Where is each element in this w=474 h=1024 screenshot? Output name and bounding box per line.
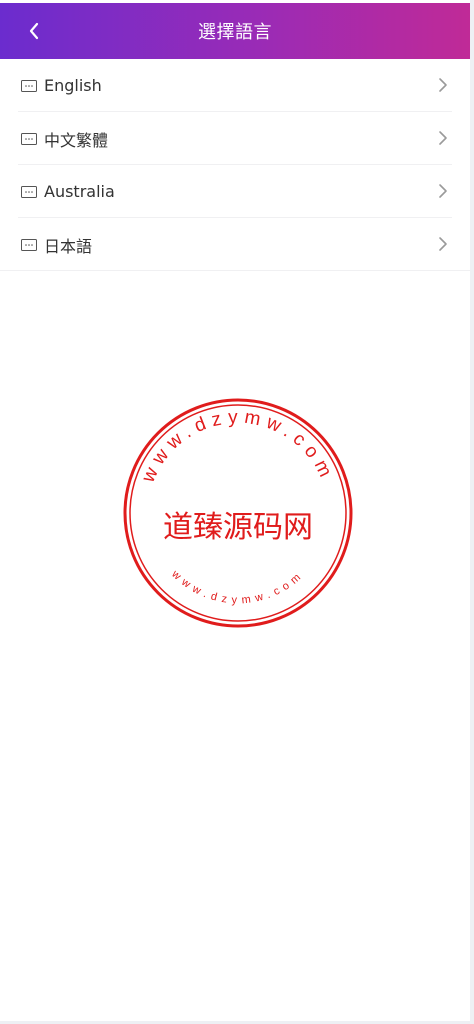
stamp-bottom-arc-text: www.dzymw.com xyxy=(168,568,306,607)
language-item-australia[interactable]: Australia xyxy=(0,165,470,218)
flag-placeholder-icon xyxy=(21,238,37,251)
language-item-english[interactable]: English xyxy=(0,59,470,112)
language-item-japanese[interactable]: 日本語 xyxy=(0,218,470,271)
language-label: 中文繁體 xyxy=(44,130,109,150)
language-label: English xyxy=(44,76,102,95)
stamp-center-text: 道臻源码网 xyxy=(163,510,313,545)
page-title: 選擇語言 xyxy=(198,22,272,43)
divider xyxy=(0,270,470,271)
back-button[interactable] xyxy=(14,11,54,51)
stamp-top-arc-path: www.dzymw.com xyxy=(137,407,332,487)
flag-placeholder-icon xyxy=(21,185,37,198)
watermark-stamp: www.dzymw.com 道臻源码网 www.dzymw.com xyxy=(123,398,353,628)
flag-placeholder-icon xyxy=(21,79,37,92)
stamp-bottom-arc-path: www.dzymw.com xyxy=(168,568,301,607)
stamp-top-arc-text: www.dzymw.com xyxy=(137,407,338,487)
language-label: Australia xyxy=(44,182,115,201)
language-list: English 中文繁體 Australia 日本語 xyxy=(0,59,470,271)
language-label: 日本語 xyxy=(44,236,93,256)
chevron-left-icon xyxy=(29,22,39,40)
chevron-right-icon xyxy=(439,131,447,145)
language-item-traditional-chinese[interactable]: 中文繁體 xyxy=(0,112,470,165)
language-select-screen: 選擇語言 English 中文繁體 Australia 日本語 www.dzym… xyxy=(0,0,470,1021)
flag-placeholder-icon xyxy=(21,132,37,145)
header-bar: 選擇語言 xyxy=(0,3,470,59)
chevron-right-icon xyxy=(439,237,447,251)
chevron-right-icon xyxy=(439,78,447,92)
chevron-right-icon xyxy=(439,184,447,198)
